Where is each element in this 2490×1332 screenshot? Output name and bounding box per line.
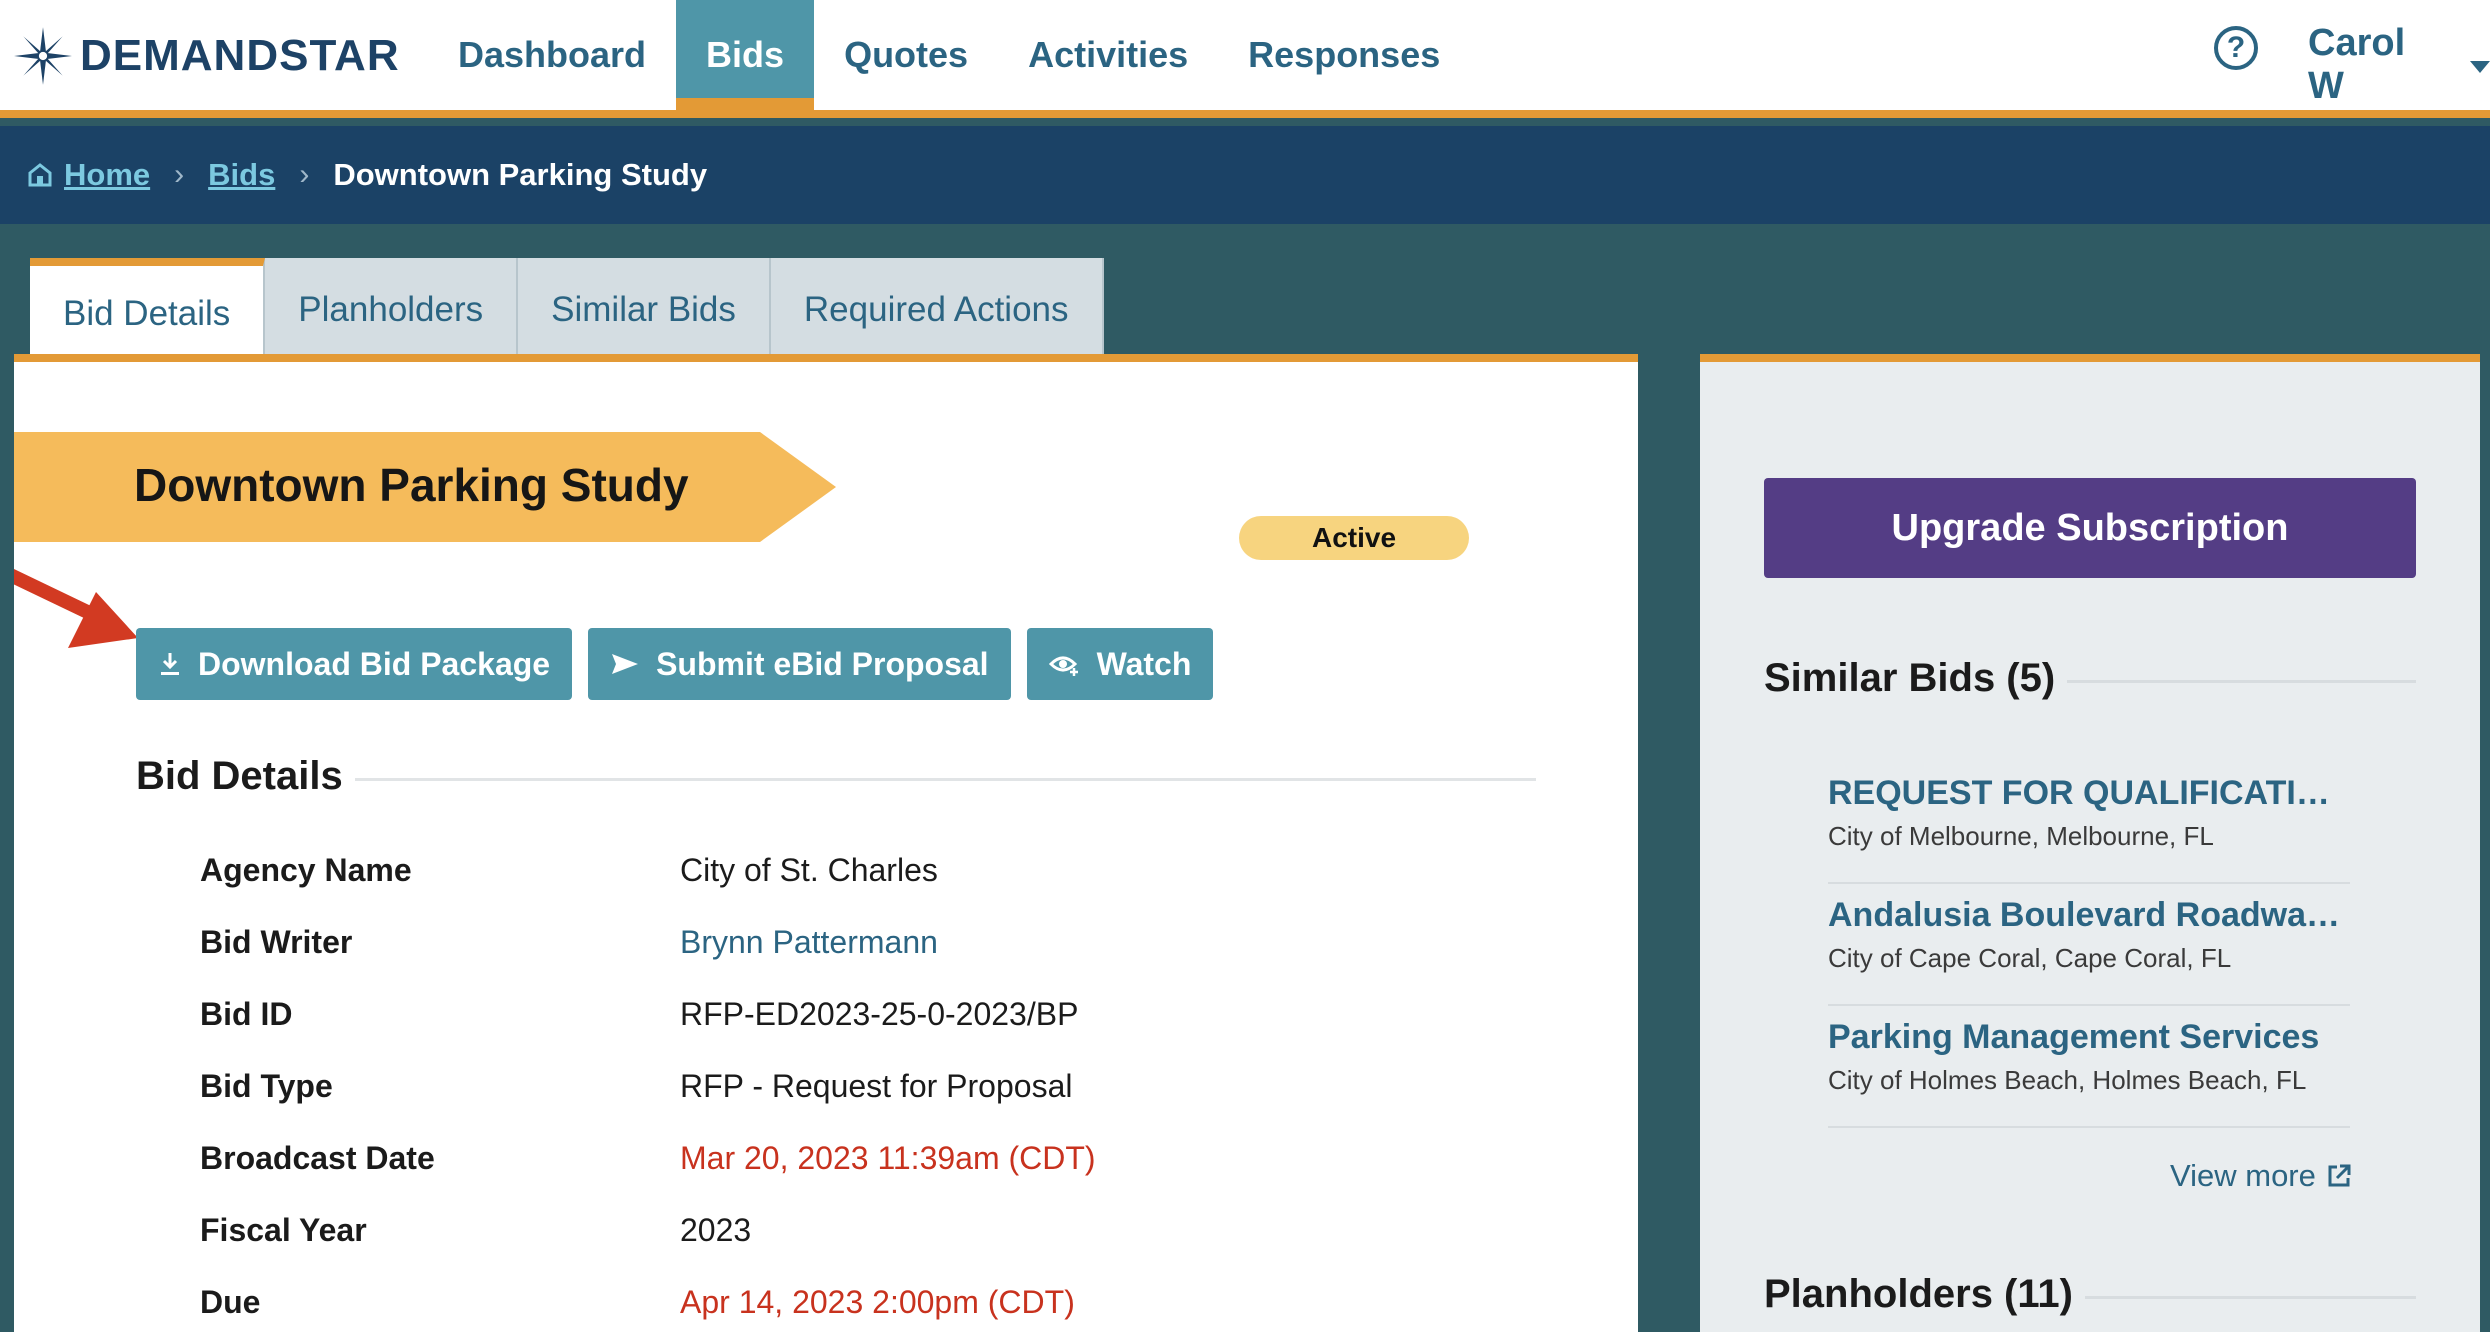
tab-required-actions[interactable]: Required Actions bbox=[770, 258, 1104, 362]
detail-value: 2023 bbox=[680, 1212, 752, 1248]
list-item: REQUEST FOR QUALIFICATIONS… City of Melb… bbox=[1828, 762, 2350, 884]
nav-activities[interactable]: Activities bbox=[998, 0, 1218, 110]
download-bid-package-label: Download Bid Package bbox=[198, 645, 551, 682]
watch-button[interactable]: Watch bbox=[1026, 628, 1214, 700]
submit-ebid-proposal-button[interactable]: Submit eBid Proposal bbox=[588, 628, 1011, 700]
tab-similar-bids[interactable]: Similar Bids bbox=[518, 258, 771, 362]
detail-value: RFP-ED2023-25-0-2023/BP bbox=[680, 996, 1079, 1032]
breadcrumb-bids[interactable]: Bids bbox=[208, 157, 275, 193]
status-badge: Active bbox=[1239, 516, 1469, 560]
bid-details-heading: Bid Details bbox=[136, 754, 1536, 799]
top-navbar: DEMANDSTAR Dashboard Bids Quotes Activit… bbox=[0, 0, 2490, 118]
download-icon bbox=[161, 653, 179, 675]
view-more-link[interactable]: View more bbox=[2170, 1158, 2352, 1194]
detail-label: Due bbox=[200, 1284, 261, 1320]
breadcrumb-separator: › bbox=[299, 158, 310, 191]
similar-bids-title: Similar Bids (5) bbox=[1764, 656, 2056, 700]
similar-bid-location: City of Cape Coral, Cape Coral, FL bbox=[1828, 943, 2232, 973]
chevron-down-icon bbox=[2470, 61, 2490, 73]
demandstar-logo[interactable]: DEMANDSTAR bbox=[12, 16, 400, 96]
page-title: Downtown Parking Study bbox=[134, 459, 689, 511]
similar-bid-location: City of Holmes Beach, Holmes Beach, FL bbox=[1828, 1065, 2307, 1095]
detail-label: Bid ID bbox=[200, 996, 293, 1032]
similar-bid-location: City of Melbourne, Melbourne, FL bbox=[1828, 821, 2214, 851]
user-menu[interactable]: Carol W bbox=[2308, 22, 2490, 108]
breadcrumb-separator: › bbox=[174, 158, 185, 191]
download-bid-package-button[interactable]: Download Bid Package bbox=[136, 628, 573, 700]
similar-bid-link[interactable]: REQUEST FOR QUALIFICATIONS… bbox=[1828, 774, 2350, 813]
detail-label: Broadcast Date bbox=[200, 1140, 435, 1176]
home-icon bbox=[28, 163, 52, 187]
main-nav: Dashboard Bids Quotes Activities Respons… bbox=[428, 0, 1470, 110]
detail-label: Bid Writer bbox=[200, 924, 353, 960]
list-item: Parking Management Services City of Holm… bbox=[1828, 1006, 2350, 1128]
detail-value: Mar 20, 2023 11:39am (CDT) bbox=[680, 1140, 1096, 1176]
divider bbox=[2067, 680, 2416, 683]
planholders-heading: Planholders (11) bbox=[1764, 1272, 2416, 1317]
watch-label: Watch bbox=[1096, 645, 1192, 682]
similar-bid-link[interactable]: Andalusia Boulevard Roadway … bbox=[1828, 896, 2350, 935]
tab-planholders[interactable]: Planholders bbox=[265, 258, 519, 362]
bid-actions: Download Bid Package Submit eBid Proposa… bbox=[136, 628, 1214, 700]
detail-value: Apr 14, 2023 2:00pm (CDT) bbox=[680, 1284, 1075, 1320]
help-icon[interactable]: ? bbox=[2214, 26, 2258, 70]
divider bbox=[2084, 1296, 2416, 1299]
detail-value: RFP - Request for Proposal bbox=[680, 1068, 1073, 1104]
detail-label: Bid Type bbox=[200, 1068, 333, 1104]
bid-details-panel: Downtown Parking Study Active Download B… bbox=[14, 354, 1638, 1332]
send-icon bbox=[612, 654, 639, 674]
similar-bids-heading: Similar Bids (5) bbox=[1764, 656, 2416, 701]
nav-dashboard[interactable]: Dashboard bbox=[428, 0, 676, 110]
nav-responses[interactable]: Responses bbox=[1218, 0, 1470, 110]
eye-plus-icon bbox=[1048, 656, 1078, 676]
star-logo-icon bbox=[14, 27, 72, 85]
bid-tabs: Bid Details Planholders Similar Bids Req… bbox=[30, 258, 1104, 362]
breadcrumb-home[interactable]: Home bbox=[64, 157, 150, 193]
detail-label: Agency Name bbox=[200, 852, 412, 888]
detail-label: Fiscal Year bbox=[200, 1212, 367, 1248]
user-name: Carol W bbox=[2308, 22, 2406, 107]
detail-value: City of St. Charles bbox=[680, 852, 938, 888]
external-link-icon bbox=[2328, 1164, 2351, 1187]
similar-bid-link[interactable]: Parking Management Services bbox=[1828, 1018, 2350, 1057]
view-more-label: View more bbox=[2170, 1158, 2316, 1193]
nav-bids[interactable]: Bids bbox=[676, 0, 815, 110]
list-item: Andalusia Boulevard Roadway … City of Ca… bbox=[1828, 884, 2350, 1006]
breadcrumb: Home › Bids › Downtown Parking Study bbox=[0, 126, 2490, 224]
breadcrumb-current: Downtown Parking Study bbox=[333, 157, 708, 192]
nav-quotes[interactable]: Quotes bbox=[814, 0, 998, 110]
submit-ebid-proposal-label: Submit eBid Proposal bbox=[656, 645, 989, 682]
bid-writer-link[interactable]: Brynn Pattermann bbox=[680, 924, 938, 961]
divider bbox=[354, 778, 1536, 781]
planholders-title: Planholders (11) bbox=[1764, 1272, 2073, 1316]
similar-bids-list: REQUEST FOR QUALIFICATIONS… City of Melb… bbox=[1828, 762, 2350, 1128]
upgrade-subscription-button[interactable]: Upgrade Subscription bbox=[1764, 478, 2416, 578]
section-title-text: Bid Details bbox=[136, 754, 343, 798]
tab-bid-details[interactable]: Bid Details bbox=[30, 258, 266, 362]
sidebar: Upgrade Subscription Similar Bids (5) RE… bbox=[1700, 354, 2480, 1332]
brand-name: DEMANDSTAR bbox=[80, 31, 400, 80]
